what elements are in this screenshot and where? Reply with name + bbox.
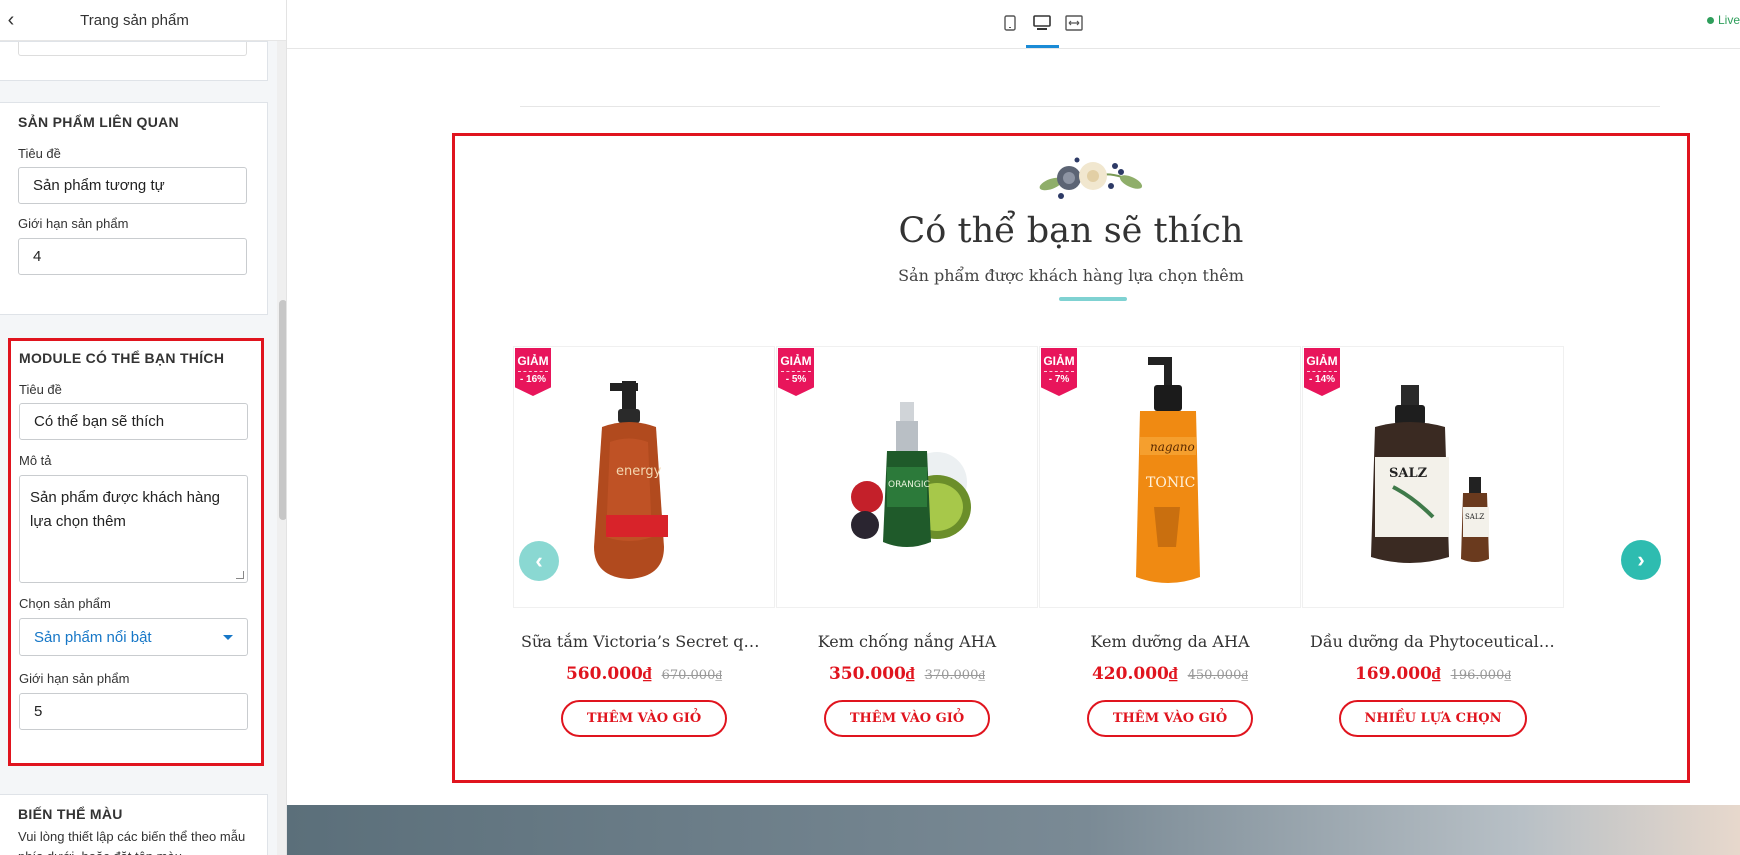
product-image[interactable]: ORANGIC GIẢM - 5% xyxy=(776,346,1038,608)
related-title-input[interactable]: Sản phẩm tương tự xyxy=(18,167,247,204)
product-prices: 169.000₫ 196.000₫ xyxy=(1302,664,1564,684)
section-subtitle: Sản phẩm được khách hàng lựa chọn thêm xyxy=(898,266,1244,285)
divider xyxy=(520,106,1660,107)
add-to-cart-button[interactable]: THÊM VÀO GIỎ xyxy=(1086,700,1254,737)
product-image[interactable]: SALZ SALZ GIẢM - 14% xyxy=(1302,346,1564,608)
product-price: 169.000₫ xyxy=(1354,664,1441,684)
previous-field-stub[interactable] xyxy=(18,42,247,56)
settings-sidebar: ‹ Trang sản phẩm SẢN PHẨM LIÊN QUAN Tiêu… xyxy=(0,0,287,855)
module-choose-label: Chọn sản phẩm xyxy=(19,596,111,611)
module-limit-label: Giới hạn sản phẩm xyxy=(19,671,130,686)
bottle-label: SALZ xyxy=(1465,513,1484,521)
module-desc-label: Mô tả xyxy=(19,453,52,468)
floral-ornament-icon xyxy=(1039,157,1143,199)
product-old-price: 670.000₫ xyxy=(661,668,723,683)
module-limit-input[interactable]: 5 xyxy=(19,693,248,730)
resize-handle-icon[interactable] xyxy=(236,571,244,579)
add-to-cart-button[interactable]: THÊM VÀO GIỎ xyxy=(560,700,728,737)
related-heading: SẢN PHẨM LIÊN QUAN xyxy=(18,114,179,130)
module-desc-text: Sản phẩm được khách hàng lựa chọn thêm xyxy=(30,489,220,530)
back-icon[interactable]: ‹ xyxy=(0,0,22,41)
product-old-price: 196.000₫ xyxy=(1450,668,1512,683)
product-card[interactable]: energy GIẢM - 16% Sữa tắm Victoria’s Sec… xyxy=(513,346,775,737)
product-name[interactable]: Dầu dưỡng da Phytoceuticals... xyxy=(1302,632,1564,651)
product-card[interactable]: nagano TONIC GIẢM - 7% Kem dưỡng da AHA … xyxy=(1039,346,1301,737)
discount-badge: GIẢM - 14% xyxy=(1304,348,1340,396)
badge-label: GIẢM xyxy=(1043,354,1075,368)
product-old-price: 370.000₫ xyxy=(924,668,986,683)
bottle-label: energy xyxy=(616,464,662,479)
variant-heading: BIẾN THỂ MÀU xyxy=(18,806,123,822)
sidebar-title: Trang sản phẩm xyxy=(80,11,189,29)
fullwidth-icon[interactable] xyxy=(1063,12,1085,34)
carousel-next-icon[interactable]: › xyxy=(1621,540,1661,580)
sidebar-scrollbar-thumb[interactable] xyxy=(279,300,286,520)
more-options-button[interactable]: NHIỀU LỰA CHỌN xyxy=(1338,700,1528,737)
mobile-icon[interactable] xyxy=(999,12,1021,34)
hero-banner-image xyxy=(287,805,1740,855)
discount-badge: GIẢM - 7% xyxy=(1041,348,1077,396)
product-name[interactable]: Kem dưỡng da AHA xyxy=(1039,632,1301,651)
module-product-select[interactable]: Sản phẩm nổi bật xyxy=(19,618,248,656)
product-old-price: 450.000₫ xyxy=(1187,668,1249,683)
product-card[interactable]: ORANGIC GIẢM - 5% Kem chống nắng AHA 350… xyxy=(776,346,1038,737)
module-heading: MODULE CÓ THỂ BẠN THÍCH xyxy=(19,350,225,366)
related-title-label: Tiêu đề xyxy=(18,146,61,161)
product-price: 560.000₫ xyxy=(565,664,652,684)
badge-percent: - 16% xyxy=(518,371,548,386)
chevron-down-icon xyxy=(223,634,233,640)
bottle-label: TONIC xyxy=(1146,475,1195,491)
product-prices: 350.000₫ 370.000₫ xyxy=(776,664,1038,684)
live-status: Live xyxy=(1706,13,1740,27)
module-product-select-value: Sản phẩm nổi bật xyxy=(34,628,152,646)
you-may-like-section: Có thể bạn sẽ thích Sản phẩm được khách … xyxy=(452,133,1690,783)
preview-toolbar: Live xyxy=(287,0,1740,49)
color-variant-card: BIẾN THỂ MÀU Vui lòng thiết lập các biến… xyxy=(0,794,268,855)
related-limit-label: Giới hạn sản phẩm xyxy=(18,216,129,231)
related-limit-input[interactable]: 4 xyxy=(18,238,247,275)
you-may-like-module-card: MODULE CÓ THỂ BẠN THÍCH Tiêu đề Có thể b… xyxy=(8,338,264,766)
bottle-label: ORANGIC xyxy=(888,480,930,490)
bottle-label: SALZ xyxy=(1389,466,1428,481)
sidebar-header: ‹ Trang sản phẩm xyxy=(0,0,286,41)
live-label: Live xyxy=(1717,13,1740,27)
module-title-input[interactable]: Có thể bạn sẽ thích xyxy=(19,403,248,440)
product-name[interactable]: Sữa tắm Victoria’s Secret quy... xyxy=(513,632,775,651)
carousel-prev-icon[interactable]: ‹ xyxy=(519,541,559,581)
module-desc-textarea[interactable]: Sản phẩm được khách hàng lựa chọn thêm xyxy=(19,475,248,583)
bottle-label: nagano xyxy=(1150,440,1195,454)
previous-settings-card xyxy=(0,41,268,81)
live-dot-icon xyxy=(1706,16,1714,24)
title-underline xyxy=(1059,297,1127,301)
related-products-card: SẢN PHẨM LIÊN QUAN Tiêu đề Sản phẩm tươn… xyxy=(0,102,268,315)
product-image[interactable]: nagano TONIC GIẢM - 7% xyxy=(1039,346,1301,608)
badge-label: GIẢM xyxy=(517,354,549,368)
product-price: 420.000₫ xyxy=(1091,664,1178,684)
discount-badge: GIẢM - 16% xyxy=(515,348,551,396)
active-device-indicator xyxy=(1026,45,1059,48)
desktop-icon[interactable] xyxy=(1031,12,1053,34)
product-prices: 420.000₫ 450.000₫ xyxy=(1039,664,1301,684)
badge-label: GIẢM xyxy=(1306,354,1338,368)
variant-help-text: Vui lòng thiết lập các biến thể theo mẫu… xyxy=(18,829,246,855)
badge-percent: - 14% xyxy=(1307,371,1337,386)
section-title: Có thể bạn sẽ thích xyxy=(898,211,1244,251)
product-name[interactable]: Kem chống nắng AHA xyxy=(776,632,1038,651)
product-price: 350.000₫ xyxy=(828,664,915,684)
skin-oil-bottles-icon: SALZ SALZ xyxy=(1371,385,1489,563)
badge-label: GIẢM xyxy=(780,354,812,368)
product-prices: 560.000₫ 670.000₫ xyxy=(513,664,775,684)
discount-badge: GIẢM - 5% xyxy=(778,348,814,396)
conditioner-bottle-icon: nagano TONIC xyxy=(1136,357,1200,583)
serum-bottle-icon: ORANGIC xyxy=(851,402,971,547)
module-title-label: Tiêu đề xyxy=(19,382,62,397)
badge-percent: - 5% xyxy=(781,371,811,386)
add-to-cart-button[interactable]: THÊM VÀO GIỎ xyxy=(823,700,991,737)
product-card[interactable]: SALZ SALZ GIẢM - 14% Dầu dưỡng da Phytoc… xyxy=(1302,346,1564,737)
storefront-preview: Có thể bạn sẽ thích Sản phẩm được khách … xyxy=(287,49,1740,855)
badge-percent: - 7% xyxy=(1044,371,1074,386)
